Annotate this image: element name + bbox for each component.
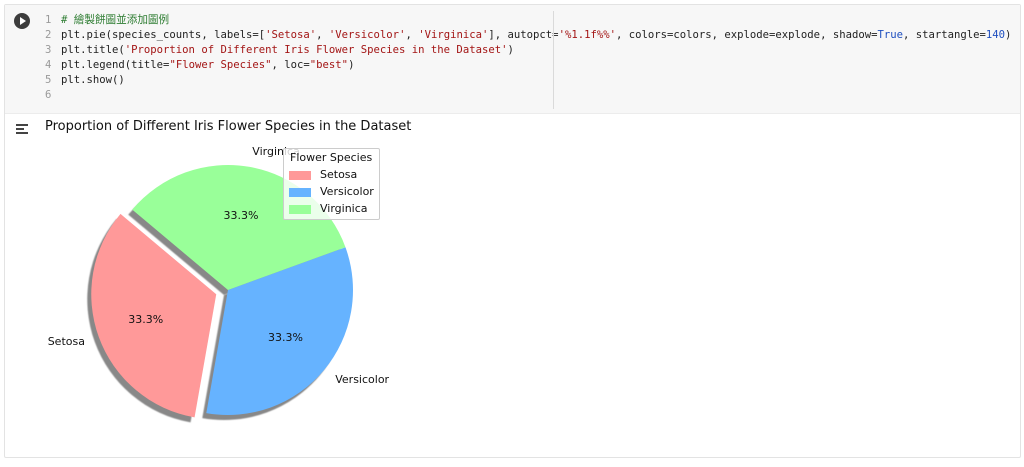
legend-label: Virginica: [320, 202, 368, 215]
slice-label-versicolor: Versicolor: [335, 372, 390, 386]
legend-swatch: [289, 188, 311, 197]
chart-legend: Flower Species Setosa Versicolor Virginica: [283, 148, 380, 220]
slice-pct-label: 33.3%: [267, 331, 303, 345]
legend-swatch: [289, 205, 311, 214]
slice-pct-label: 33.3%: [128, 312, 164, 326]
slice-label-setosa: Setosa: [47, 335, 85, 349]
pie-chart: [87, 165, 354, 423]
legend-swatch: [289, 171, 311, 180]
legend-label: Versicolor: [320, 185, 374, 198]
slice-pct-label: 33.3%: [223, 209, 259, 223]
legend-label: Setosa: [320, 168, 358, 181]
legend-title: Flower Species: [290, 151, 373, 164]
